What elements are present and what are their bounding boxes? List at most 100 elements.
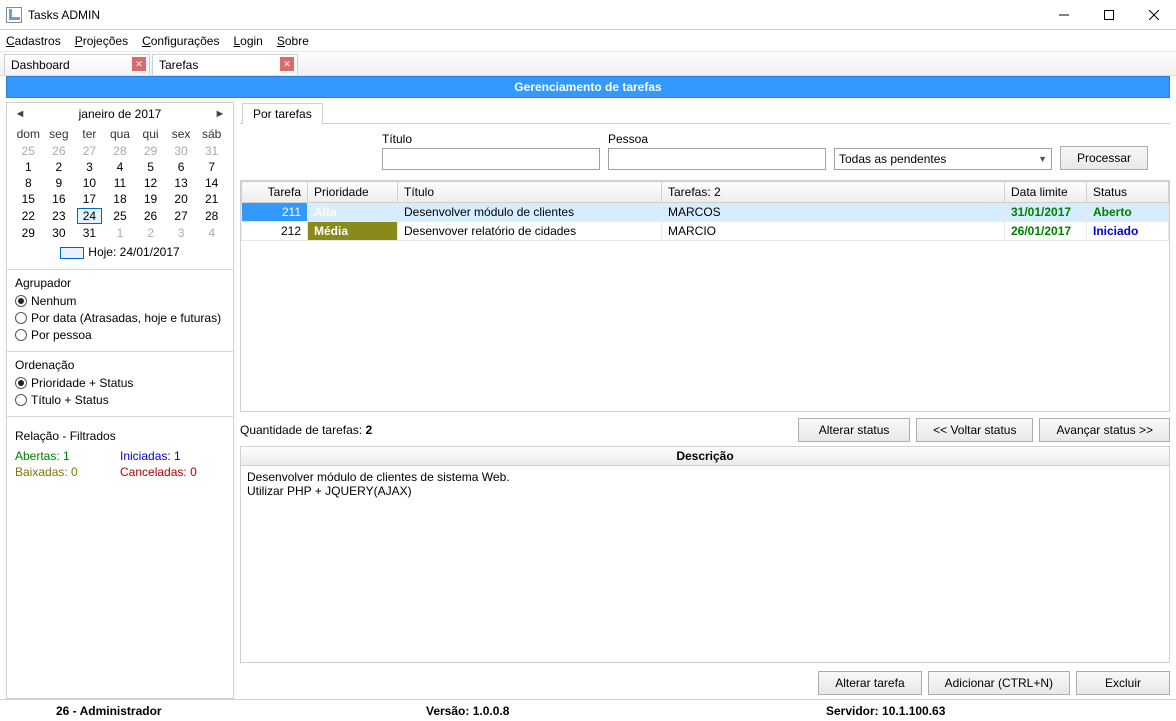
calendar-day[interactable]: 9 xyxy=(44,175,75,191)
calendar-day[interactable]: 18 xyxy=(105,191,136,207)
col-tarefas-count[interactable]: Tarefas: 2 xyxy=(662,182,1005,203)
calendar-day[interactable]: 5 xyxy=(135,159,166,175)
calendar-day[interactable]: 8 xyxy=(13,175,44,191)
col-status[interactable]: Status xyxy=(1087,182,1169,203)
calendar-day[interactable]: 25 xyxy=(13,143,44,159)
radio-t-tulo-status[interactable]: Título + Status xyxy=(15,393,225,407)
alterar-tarefa-button[interactable]: Alterar tarefa xyxy=(818,671,921,695)
filter-status-value: Todas as pendentes xyxy=(839,152,946,166)
menu-configurações[interactable]: Configurações xyxy=(142,34,219,48)
description-body: Desenvolver módulo de clientes de sistem… xyxy=(241,466,1169,662)
calendar-day[interactable]: 23 xyxy=(44,207,75,225)
calendar-day[interactable]: 25 xyxy=(105,207,136,225)
close-icon[interactable] xyxy=(132,57,146,71)
avancar-status-button[interactable]: Avançar status >> xyxy=(1039,418,1170,442)
col-prioridade[interactable]: Prioridade xyxy=(308,182,398,203)
calendar-day[interactable]: 29 xyxy=(13,225,44,241)
calendar-day[interactable]: 12 xyxy=(135,175,166,191)
calendar-day[interactable]: 16 xyxy=(44,191,75,207)
alterar-status-button[interactable]: Alterar status xyxy=(798,418,910,442)
close-icon[interactable] xyxy=(280,57,294,71)
calendar-day[interactable]: 20 xyxy=(166,191,197,207)
col-titulo[interactable]: Título xyxy=(398,182,662,203)
filter-pessoa-input[interactable] xyxy=(608,148,826,170)
calendar-day[interactable]: 15 xyxy=(13,191,44,207)
calendar-day[interactable]: 14 xyxy=(196,175,227,191)
calendar-day[interactable]: 28 xyxy=(105,143,136,159)
table-row[interactable]: 211AltaDesenvolver módulo de clientesMAR… xyxy=(242,203,1169,222)
status-user: 26 - Administrador xyxy=(0,704,410,718)
calendar-next-button[interactable]: ► xyxy=(213,108,227,120)
filter-status-combo[interactable]: Todas as pendentes ▼ xyxy=(834,148,1052,170)
calendar-title: janeiro de 2017 xyxy=(27,107,213,121)
close-button[interactable] xyxy=(1131,0,1176,29)
filter-titulo-input[interactable] xyxy=(382,148,600,170)
radio-icon xyxy=(15,394,27,406)
app-icon xyxy=(6,7,22,23)
col-tarefa[interactable]: Tarefa xyxy=(242,182,308,203)
calendar-day[interactable]: 22 xyxy=(13,207,44,225)
calendar-day[interactable]: 2 xyxy=(135,225,166,241)
adicionar-button[interactable]: Adicionar (CTRL+N) xyxy=(928,671,1070,695)
calendar-day[interactable]: 28 xyxy=(196,207,227,225)
calendar-day[interactable]: 3 xyxy=(166,225,197,241)
calendar-day[interactable]: 6 xyxy=(166,159,197,175)
tab-por-tarefas[interactable]: Por tarefas xyxy=(242,103,323,124)
calendar-day[interactable]: 31 xyxy=(74,225,105,241)
calendar-day[interactable]: 1 xyxy=(13,159,44,175)
calendar-day[interactable]: 4 xyxy=(105,159,136,175)
calendar-day[interactable]: 30 xyxy=(166,143,197,159)
calendar-day[interactable]: 11 xyxy=(105,175,136,191)
calendar-day[interactable]: 7 xyxy=(196,159,227,175)
filter-bar: Título Pessoa Todas as pendentes ▼ Proce… xyxy=(240,124,1170,180)
doc-tab-tarefas[interactable]: Tarefas xyxy=(152,54,298,75)
calendar-day[interactable]: 29 xyxy=(135,143,166,159)
calendar-day[interactable]: 13 xyxy=(166,175,197,191)
menu-projeções[interactable]: Projeções xyxy=(75,34,128,48)
voltar-status-button[interactable]: << Voltar status xyxy=(916,418,1033,442)
menubar: Cadastros Projeções Configurações Login Sobr… xyxy=(0,30,1176,52)
calendar-day[interactable]: 30 xyxy=(44,225,75,241)
col-data-limite[interactable]: Data limite xyxy=(1005,182,1087,203)
calendar-day[interactable]: 26 xyxy=(44,143,75,159)
calendar-day[interactable]: 26 xyxy=(135,207,166,225)
radio-nenhum[interactable]: Nenhum xyxy=(15,294,225,308)
menu-login[interactable]: Login xyxy=(233,34,262,48)
minimize-button[interactable] xyxy=(1041,0,1086,29)
menu-cadastros[interactable]: Cadastros xyxy=(6,34,61,48)
calendar-day[interactable]: 2 xyxy=(44,159,75,175)
calendar-day[interactable]: 3 xyxy=(74,159,105,175)
calendar-day[interactable]: 19 xyxy=(135,191,166,207)
table-row[interactable]: 212MédiaDesenvover relatório de cidadesM… xyxy=(242,222,1169,241)
radio-por-data-atrasadas-hoje-e-futuras-[interactable]: Por data (Atrasadas, hoje e futuras) xyxy=(15,311,225,325)
calendar-day[interactable]: 27 xyxy=(74,143,105,159)
task-grid[interactable]: Tarefa Prioridade Título Tarefas: 2 Data… xyxy=(240,180,1170,412)
calendar-prev-button[interactable]: ◄ xyxy=(13,108,27,120)
document-tabstrip: DashboardTarefas xyxy=(0,52,1176,76)
calendar-day[interactable]: 10 xyxy=(74,175,105,191)
maximize-button[interactable] xyxy=(1086,0,1131,29)
radio-icon xyxy=(15,377,27,389)
calendar-today-label[interactable]: Hoje: 24/01/2017 xyxy=(13,245,227,259)
calendar-day[interactable]: 1 xyxy=(105,225,136,241)
status-server: Servidor: 10.1.100.63 xyxy=(810,704,961,718)
process-button[interactable]: Processar xyxy=(1060,146,1148,170)
excluir-button[interactable]: Excluir xyxy=(1076,671,1170,695)
inner-tabstrip: Por tarefas xyxy=(240,102,1170,124)
relation-header: Relação - Filtrados xyxy=(15,429,225,443)
stat-baixadas: Baixadas: 0 xyxy=(15,465,120,479)
calendar-day[interactable]: 21 xyxy=(196,191,227,207)
calendar-day[interactable]: 17 xyxy=(74,191,105,207)
grouping-header: Agrupador xyxy=(15,276,225,290)
status-version: Versão: 1.0.0.8 xyxy=(410,704,810,718)
doc-tab-dashboard[interactable]: Dashboard xyxy=(4,54,150,75)
calendar-day[interactable]: 27 xyxy=(166,207,197,225)
radio-prioridade-status[interactable]: Prioridade + Status xyxy=(15,376,225,390)
radio-por-pessoa[interactable]: Por pessoa xyxy=(15,328,225,342)
calendar-day[interactable]: 24 xyxy=(74,207,105,225)
page-title-banner: Gerenciamento de tarefas xyxy=(6,76,1170,98)
menu-sobre[interactable]: Sobre xyxy=(277,34,309,48)
calendar-day[interactable]: 4 xyxy=(196,225,227,241)
calendar-day[interactable]: 31 xyxy=(196,143,227,159)
description-header: Descrição xyxy=(241,447,1169,466)
